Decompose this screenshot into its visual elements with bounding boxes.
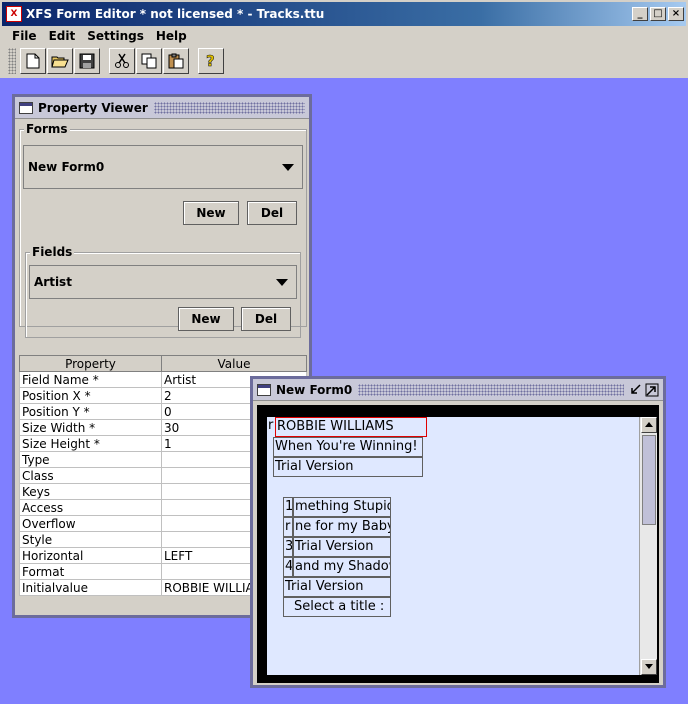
window-icon — [257, 383, 271, 396]
scroll-up-button[interactable] — [641, 417, 657, 433]
menu-bar: File Edit Settings Help — [0, 26, 688, 46]
property-name-cell: Horizontal — [19, 547, 162, 564]
property-name-cell: Overflow — [19, 515, 162, 532]
property-name-cell: Initialvalue — [19, 579, 162, 596]
property-name-cell: Keys — [19, 483, 162, 500]
minimize-button[interactable]: _ — [632, 7, 648, 21]
arrow-up-icon — [645, 422, 653, 427]
save-icon — [79, 53, 95, 69]
forms-combo[interactable]: New Form0 — [23, 145, 303, 189]
window-icon — [19, 101, 33, 114]
close-button[interactable]: × — [668, 7, 684, 21]
arrow-down-icon — [645, 664, 653, 669]
field-title[interactable]: When You're Winning! — [273, 437, 423, 457]
forms-new-button[interactable]: New — [183, 201, 239, 225]
scroll-thumb[interactable] — [642, 435, 656, 525]
property-name-cell: Class — [19, 467, 162, 484]
fields-combo-value: Artist — [34, 275, 72, 289]
fields-combo[interactable]: Artist — [29, 265, 297, 299]
save-button[interactable] — [74, 48, 100, 74]
new-file-icon — [26, 53, 40, 69]
row-1-track[interactable]: mething Stupid — [293, 497, 391, 517]
property-name-cell: Access — [19, 499, 162, 516]
open-button[interactable] — [47, 48, 73, 74]
app-icon: X — [6, 6, 22, 22]
property-name-cell: Position X * — [19, 387, 162, 404]
property-name-cell: Format — [19, 563, 162, 580]
cut-icon — [115, 53, 129, 68]
toolbar-grip[interactable] — [8, 48, 16, 74]
row-3-number[interactable]: 3 — [283, 537, 293, 557]
field-trial-2[interactable]: Trial Version — [283, 577, 391, 597]
row-2-number[interactable]: r — [283, 517, 293, 537]
form-canvas[interactable]: r ROBBIE WILLIAMS When You're Winning! T… — [267, 417, 639, 675]
field-trial-1[interactable]: Trial Version — [273, 457, 423, 477]
property-name-cell: Position Y * — [19, 403, 162, 420]
window-title: XFS Form Editor * not licensed * - Track… — [26, 7, 325, 21]
title-grip — [358, 383, 624, 396]
forms-del-button[interactable]: Del — [247, 201, 297, 225]
property-viewer-title: Property Viewer — [38, 100, 148, 115]
maximize-icon[interactable] — [645, 383, 659, 397]
new-file-button[interactable] — [20, 48, 46, 74]
menu-help[interactable]: Help — [150, 29, 193, 43]
form-body: r ROBBIE WILLIAMS When You're Winning! T… — [257, 405, 659, 683]
title-grip — [153, 101, 305, 114]
forms-combo-value: New Form0 — [28, 160, 105, 174]
copy-button[interactable] — [136, 48, 162, 74]
help-icon: ? — [206, 52, 215, 70]
form-window: New Form0 r ROBBIE WILLIAMS When You're … — [250, 376, 666, 688]
maximize-button[interactable]: □ — [650, 7, 666, 21]
row-4-number[interactable]: 4 — [283, 557, 293, 577]
toolbar: ? — [6, 46, 227, 76]
app-title-bar: X XFS Form Editor * not licensed * - Tra… — [0, 0, 688, 26]
property-name-cell: Type — [19, 451, 162, 468]
row-1-number[interactable]: 1 — [283, 497, 293, 517]
menu-settings[interactable]: Settings — [81, 29, 150, 43]
column-header-value[interactable]: Value — [161, 355, 307, 372]
minimize-icon[interactable] — [628, 383, 642, 397]
column-header-property[interactable]: Property — [19, 355, 162, 372]
scroll-down-button[interactable] — [641, 659, 657, 675]
menu-file[interactable]: File — [6, 29, 43, 43]
paste-icon — [168, 53, 184, 69]
forms-label: Forms — [24, 122, 70, 136]
chevron-down-icon — [276, 279, 288, 286]
svg-text:?: ? — [206, 52, 215, 70]
property-name-cell: Size Height * — [19, 435, 162, 452]
form-window-title: New Form0 — [276, 382, 353, 397]
cut-button[interactable] — [109, 48, 135, 74]
menu-edit[interactable]: Edit — [43, 29, 82, 43]
property-name-cell: Field Name * — [19, 371, 162, 388]
property-name-cell: Size Width * — [19, 419, 162, 436]
open-folder-icon — [51, 56, 69, 68]
property-viewer-title-bar[interactable]: Property Viewer — [15, 97, 309, 119]
row-4-track[interactable]: and my Shadow — [293, 557, 391, 577]
fields-new-button[interactable]: New — [178, 307, 234, 331]
fields-del-button[interactable]: Del — [241, 307, 291, 331]
row-2-track[interactable]: ne for my Baby — [293, 517, 391, 537]
form-vertical-scrollbar[interactable] — [639, 417, 657, 675]
paste-button[interactable] — [163, 48, 189, 74]
field-artist[interactable]: ROBBIE WILLIAMS — [275, 417, 427, 437]
fields-label: Fields — [30, 245, 75, 259]
row-3-track[interactable]: Trial Version — [293, 537, 391, 557]
property-name-cell: Style — [19, 531, 162, 548]
chevron-down-icon — [282, 164, 294, 171]
copy-icon — [141, 53, 157, 69]
help-button[interactable]: ? — [198, 48, 224, 74]
form-window-title-bar[interactable]: New Form0 — [253, 379, 663, 401]
field-select-title[interactable]: Select a title : — [283, 597, 391, 617]
